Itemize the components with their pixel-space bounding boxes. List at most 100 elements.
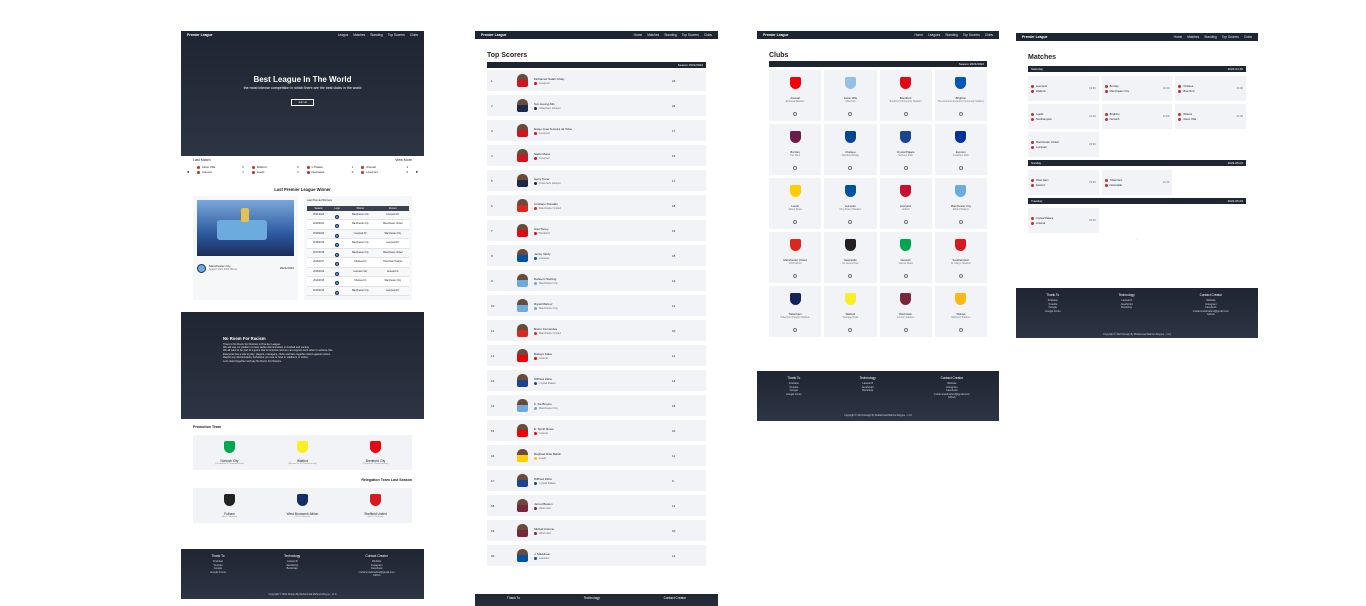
join-button[interactable]: Join Us (291, 99, 314, 106)
club-card[interactable]: Liverpool Anfield (879, 178, 932, 229)
team-card[interactable]: Watford (Runner up of Championship) (273, 440, 333, 465)
club-info-icon[interactable] (903, 220, 908, 224)
club-card[interactable]: Aston Villa Villa Park (824, 70, 877, 121)
last-match-card[interactable]: Arsenal 3 Liverpool 0 (361, 165, 408, 175)
footer-link[interactable]: Github (934, 396, 970, 399)
nav-item[interactable]: Clubs (1244, 35, 1252, 39)
match-card[interactable]: Manchester United Leicester 23:30 (1028, 132, 1099, 157)
scorer-row[interactable]: 1 Mohamed Salah Ghaly Liverpool 23 (487, 70, 706, 91)
view-more-link[interactable]: View More (395, 158, 412, 163)
nav-item[interactable]: Home (1174, 35, 1183, 39)
club-card[interactable]: Watford Vicarage Road (824, 286, 877, 337)
nav-item[interactable]: Home (914, 33, 923, 37)
nav-item[interactable]: Standing (1204, 35, 1217, 39)
team-card[interactable]: Norwich City (Champion of Championship) (200, 440, 260, 465)
club-info-icon[interactable] (848, 112, 853, 116)
club-info-icon[interactable] (958, 274, 963, 278)
nav-item[interactable]: Leagues (928, 33, 940, 37)
club-info-icon[interactable] (793, 274, 798, 278)
club-card[interactable]: Brentford Brentford Community Stadium (879, 70, 932, 121)
club-card[interactable]: Leeds Elland Road (769, 178, 822, 229)
nav-item[interactable]: Top Scorers (1222, 35, 1239, 39)
club-card[interactable]: Wolves Molineux Stadium (934, 286, 987, 337)
nav-item[interactable]: Clubs (410, 33, 418, 37)
scorer-row[interactable]: 20 J. Maddison Leicester 12 (487, 545, 706, 566)
footer-link[interactable]: Github (1193, 313, 1229, 316)
match-card[interactable]: Liverpool Watford 19:30 (1028, 76, 1099, 101)
scorer-row[interactable]: 6 Cristiano Ronaldo Manchester United 18 (487, 195, 706, 216)
club-card[interactable]: Burnley Turf Moor (769, 124, 822, 175)
match-card[interactable]: West Ham Everton 19:00 (1028, 170, 1099, 195)
club-info-icon[interactable] (958, 166, 963, 170)
last-match-card[interactable]: Aston Villa 0 Arsenal 1 (197, 165, 244, 175)
team-card[interactable]: Brentford City (Play-off of Championship) (346, 440, 406, 465)
footer-link[interactable]: Bootstrap (284, 567, 300, 570)
brand-logo[interactable]: Premier League (763, 33, 788, 37)
club-card[interactable]: Norwich Carrow Road (879, 232, 932, 283)
nav-item[interactable]: Standing (664, 33, 677, 37)
team-card[interactable]: Fulham (18 th / Season) (200, 493, 260, 518)
match-card[interactable]: Burnley Manchester City 21:00 (1101, 76, 1173, 101)
footer-link[interactable]: Github (359, 574, 395, 577)
club-card[interactable]: Crystal Palace Selhurst Park (879, 124, 932, 175)
match-card[interactable]: Wolves Aston Villa 21:00 (1175, 104, 1246, 129)
club-card[interactable]: Leicester King Power Stadium (824, 178, 877, 229)
brand-logo[interactable]: Premier League (187, 33, 212, 37)
scorer-row[interactable]: 10 Riyad Mahrez Manchester City 11 (487, 295, 706, 316)
club-info-icon[interactable] (903, 166, 908, 170)
club-info-icon[interactable] (958, 328, 963, 332)
club-card[interactable]: Newcastle St. James Park (824, 232, 877, 283)
club-info-icon[interactable] (903, 328, 908, 332)
club-card[interactable]: Arsenal Emirates Stadium (769, 70, 822, 121)
footer-link[interactable]: Google Fonts (210, 571, 226, 574)
club-info-icon[interactable] (848, 166, 853, 170)
club-info-icon[interactable] (848, 274, 853, 278)
footer-link[interactable]: Google Fonts (786, 393, 802, 396)
scorer-row[interactable]: 15 E. Smith Rowe Arsenal 10 (487, 420, 706, 441)
last-match-card[interactable]: C Palace 1 Newcastle 0 (306, 165, 353, 175)
nav-item[interactable]: Matches (1187, 35, 1199, 39)
nav-item[interactable]: Top Scorers (963, 33, 980, 37)
match-card[interactable]: Chelsea Brentford 21:00 (1175, 76, 1246, 101)
footer-link[interactable]: Google Fonts (1045, 310, 1061, 313)
club-card[interactable]: Tottenham Tottenham Hotspur Stadium (769, 286, 822, 337)
last-match-card[interactable]: Watford 0 Leeds 3 (251, 165, 299, 175)
scorer-row[interactable]: 7 Ivan Toney Brentford 12 (487, 220, 706, 241)
club-info-icon[interactable] (903, 274, 908, 278)
club-info-icon[interactable] (903, 112, 908, 116)
footer-link[interactable]: Bootstrap (860, 389, 876, 392)
scorer-row[interactable]: 16 Raphael Dias Belloli Leeds 11 (487, 445, 706, 466)
brand-logo[interactable]: Premier League (481, 33, 506, 37)
nav-item[interactable]: Standing (945, 33, 958, 37)
club-card[interactable]: Everton Goodison Park (934, 124, 987, 175)
club-info-icon[interactable] (793, 328, 798, 332)
club-card[interactable]: Manchester City Etihad Stadium (934, 178, 987, 229)
nav-item[interactable]: Clubs (985, 33, 993, 37)
scorer-row[interactable]: 2 Son Heung-Min Tottenham Hotspur 23 (487, 95, 706, 116)
club-card[interactable]: Southampton St. Mary's Stadium (934, 232, 987, 283)
scorer-row[interactable]: 17 Wilfried Zaha Crystal Palace 9 (487, 470, 706, 491)
team-card[interactable]: Sheffield United (20 th / Season) (346, 493, 406, 518)
nav-item[interactable]: Top Scorers (682, 33, 699, 37)
club-info-icon[interactable] (848, 328, 853, 332)
match-card[interactable]: Brighton Norwich 21:00 (1101, 104, 1173, 129)
club-card[interactable]: Chelsea Stamford Bridge (824, 124, 877, 175)
scorer-row[interactable]: 19 Michail Antonio West Ham 10 (487, 520, 706, 541)
scorer-row[interactable]: 3 Diogo José Teixeira da Silva Liverpool 17 (487, 120, 706, 141)
pagination[interactable]: › (1016, 237, 1258, 241)
carousel-next-icon[interactable]: ● (416, 169, 418, 174)
scorer-row[interactable]: 9 Raheem Sterling Manchester City 13 (487, 270, 706, 291)
scorer-row[interactable]: 5 Harry Kane Tottenham Hotspur 17 (487, 170, 706, 191)
brand-logo[interactable]: Premier League (1022, 35, 1047, 39)
footer-link[interactable]: Bootstrap (1119, 306, 1135, 309)
carousel-prev-icon[interactable]: ● (187, 169, 189, 174)
match-card[interactable]: Leeds Southampton 21:00 (1028, 104, 1099, 129)
nav-item[interactable]: Clubs (704, 33, 712, 37)
scorer-row[interactable]: 11 Bruno Fernandes Manchester United 10 (487, 320, 706, 341)
club-card[interactable]: West Ham London Stadium (879, 286, 932, 337)
club-info-icon[interactable] (793, 112, 798, 116)
nav-item[interactable]: Leagus (338, 33, 348, 37)
scorer-row[interactable]: 18 Jarrod Bowen West Ham 12 (487, 495, 706, 516)
scorer-row[interactable]: 4 Sadio Mané Liverpool 16 (487, 145, 706, 166)
nav-item[interactable]: Top Scorers (388, 33, 405, 37)
